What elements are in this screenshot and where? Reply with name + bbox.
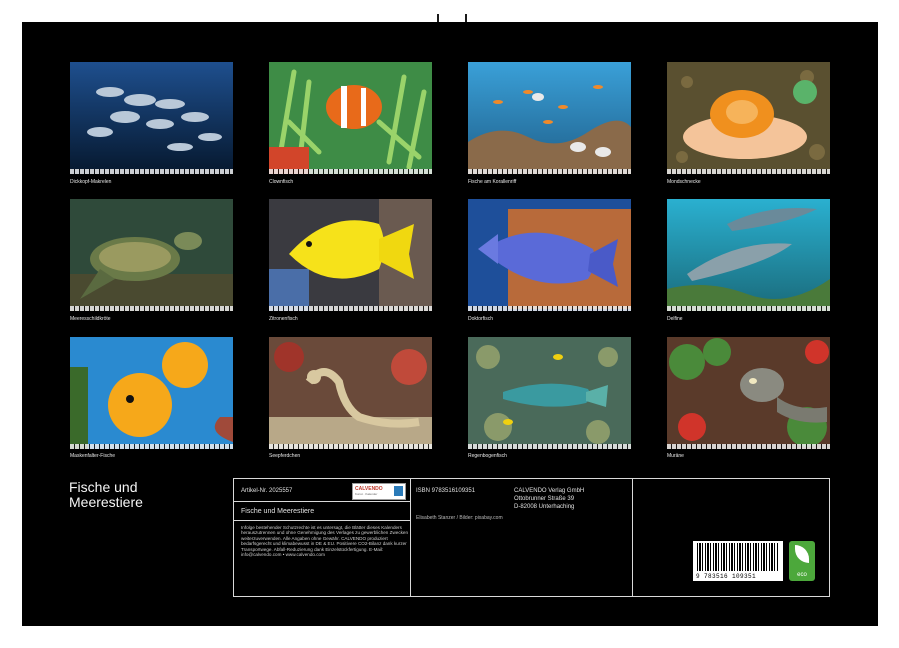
photo-caption: Regenbogenfisch [468, 453, 507, 459]
eco-badge: eco [789, 541, 815, 581]
image-credits: Elisabeth Stanzer / Bilder: pixabay.com [416, 515, 503, 521]
eco-label: eco [789, 572, 815, 578]
article-number: Artikel-Nr. 2025557 [241, 488, 292, 494]
publisher-info-box: Artikel-Nr. 2025557 CALVENDO Kunst · Kal… [233, 478, 830, 597]
photo-dickkopf-makrelen [70, 62, 233, 174]
photo-korallenriff [468, 62, 631, 174]
leaf-icon [795, 545, 809, 563]
photo-caption: Clownfisch [269, 179, 293, 185]
photo-clownfisch [269, 62, 432, 174]
publisher-city: D-82008 Unterhaching [514, 504, 574, 510]
photo-caption: Mondschnecke [667, 179, 701, 185]
barcode-digits: 9 783516 109351 [696, 573, 756, 580]
photo-mondschnecke [667, 62, 830, 174]
divider [410, 479, 411, 596]
calendar-title-line-2: Meerestiere [69, 495, 219, 510]
photo-caption: Delfine [667, 316, 683, 322]
photo-delfine [667, 199, 830, 311]
isbn-barcode: 9 783516 109351 [693, 541, 783, 581]
photo-caption: Dickkopf-Makrelen [70, 179, 111, 185]
calendar-title-line-1: Fische und [69, 480, 219, 495]
photo-caption: Maskenfalter-Fische [70, 453, 115, 459]
legal-notice: Infolge bestehender Schutzrechte ist es … [241, 525, 409, 557]
calvendo-logo: CALVENDO Kunst · Kalender [352, 483, 406, 500]
barcode-bars [697, 543, 779, 571]
isbn: ISBN 9783516109351 [416, 488, 475, 494]
photo-maskenfalter-fische [70, 337, 233, 449]
photo-caption: Meeresschildkröte [70, 316, 111, 322]
photo-meeresschildkroete [70, 199, 233, 311]
photo-muraene [667, 337, 830, 449]
publisher-street: Ottobrunner Straße 39 [514, 496, 574, 502]
publisher-name: CALVENDO Verlag GmbH [514, 488, 584, 494]
calendar-title: Fische und Meerestiere [69, 480, 219, 510]
photo-seepferdchen [269, 337, 432, 449]
photo-caption: Fische am Korallenriff [468, 179, 516, 185]
photo-doktorfisch [468, 199, 631, 311]
photo-caption: Zitronenfisch [269, 316, 298, 322]
photo-regenbogenfisch [468, 337, 631, 449]
divider [234, 501, 410, 502]
photo-caption: Seepferdchen [269, 453, 300, 459]
divider [632, 479, 633, 596]
calendar-name: Fische und Meerestiere [241, 508, 314, 515]
calvendo-logo-subtext: Kunst · Kalender [355, 492, 377, 496]
photo-caption: Doktorfisch [468, 316, 493, 322]
photo-caption: Muräne [667, 453, 684, 459]
calvendo-mark-icon [394, 486, 403, 496]
divider [234, 520, 410, 521]
photo-zitronenfisch [269, 199, 432, 311]
